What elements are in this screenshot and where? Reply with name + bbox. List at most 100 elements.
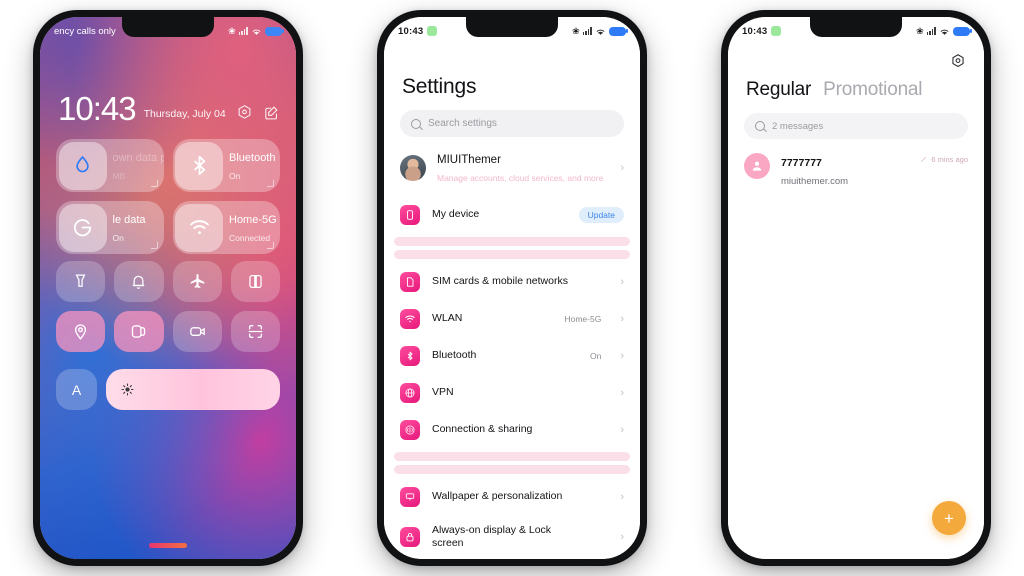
signal-bars-icon <box>926 27 936 35</box>
wifi-icon <box>175 203 223 252</box>
toggle-flashlight[interactable] <box>56 261 106 302</box>
row-vpn[interactable]: VPN › <box>384 374 640 411</box>
messages-toolbar <box>728 41 984 69</box>
edit-note-icon[interactable] <box>263 104 280 121</box>
tile-expand-corner[interactable] <box>150 242 158 249</box>
row-my-device[interactable]: My device Update <box>384 196 640 233</box>
row-connection-sharing[interactable]: Connection & sharing › <box>384 411 640 448</box>
tile-data-saver[interactable]: own data phe MB <box>56 139 164 192</box>
battery-icon <box>265 26 284 36</box>
toggle-screenshot[interactable] <box>114 311 164 352</box>
update-badge[interactable]: Update <box>578 206 624 223</box>
row-bluetooth[interactable]: Bluetooth On › <box>384 337 640 374</box>
search-icon <box>411 118 421 129</box>
screen-record-icon <box>189 327 205 336</box>
row-wallpaper[interactable]: Wallpaper & personalization › <box>384 478 640 515</box>
search-messages-input[interactable]: 2 messages <box>744 113 968 139</box>
toggle-alarm[interactable] <box>114 261 164 302</box>
chevron-right-icon: › <box>620 349 624 362</box>
wifi-icon <box>940 29 949 35</box>
row-label: SIM cards & mobile networks <box>432 274 568 287</box>
account-subtitle: Manage accounts, cloud services, and mor… <box>437 173 604 183</box>
bluetooth-icon: ❀ <box>228 25 236 36</box>
tile-subtitle: Connected <box>229 232 271 243</box>
toggle-scanner[interactable] <box>230 311 280 352</box>
chevron-right-icon: › <box>620 531 624 544</box>
notch <box>810 17 902 37</box>
page-title: Settings <box>402 75 477 98</box>
tab-regular[interactable]: Regular <box>746 79 811 101</box>
row-sim-cards[interactable]: SIM cards & mobile networks › <box>384 263 640 300</box>
control-center-toggle-grid <box>56 261 280 352</box>
status-indicator-dot <box>771 26 782 36</box>
tile-bluetooth-text: Bluetooth On <box>223 148 280 184</box>
tile-expand-corner[interactable] <box>267 180 274 187</box>
account-row[interactable]: MIUIThemer Manage accounts, cloud servic… <box>384 137 640 196</box>
message-meta: 6 mins ago <box>920 153 968 164</box>
bluetooth-icon <box>400 345 420 366</box>
hexagon-camera-icon[interactable] <box>236 104 253 121</box>
lockscreen-date: Thursday, July 04 <box>143 108 226 121</box>
row-label: Connection & sharing <box>432 422 533 435</box>
message-list-item[interactable]: 7777777 miuithemer.com 6 mins ago <box>728 139 984 189</box>
notch <box>122 17 214 37</box>
message-sender: 7777777 <box>781 157 822 169</box>
home-indicator[interactable] <box>149 543 187 548</box>
lockscreen-clock-row: 10:43 Thursday, July 04 <box>58 92 280 125</box>
row-label: My device <box>432 207 480 220</box>
person-avatar-icon <box>744 153 770 179</box>
tile-expand-corner[interactable] <box>150 180 158 187</box>
section-separator <box>394 465 630 474</box>
settings-screen: 10:43 ❀ Settings Search settings MIUIThe… <box>384 17 640 559</box>
tile-expand-corner[interactable] <box>267 242 274 249</box>
battery-icon <box>609 26 628 36</box>
toggle-split-screen[interactable] <box>230 261 280 302</box>
sim-card-icon <box>400 271 420 292</box>
phone-lockscreen: ency calls only ❀ 10:43 Thursday, July 0… <box>33 10 303 566</box>
tile-bluetooth[interactable]: Bluetooth On <box>172 139 280 192</box>
tile-title: Home-5G <box>229 213 277 226</box>
toggle-location[interactable] <box>56 311 106 352</box>
wifi-icon <box>400 308 420 329</box>
brightness-slider[interactable] <box>106 369 280 410</box>
message-time: 6 mins ago <box>931 155 968 164</box>
avatar <box>400 155 426 181</box>
notch <box>466 17 558 37</box>
lockscreen-screen: ency calls only ❀ 10:43 Thursday, July 0… <box>40 17 296 559</box>
phone-messages: 10:43 ❀ Regular Promotional 2 messages 7… <box>721 10 991 566</box>
tab-promotional[interactable]: Promotional <box>823 79 922 101</box>
screenshot-stage: ency calls only ❀ 10:43 Thursday, July 0… <box>0 0 1024 576</box>
wifi-icon <box>252 29 261 35</box>
tile-wifi[interactable]: Home-5G Connected <box>172 201 280 254</box>
screenshot-icon <box>132 325 146 338</box>
control-center-large-tiles: own data phe MB Bluetooth On <box>56 139 280 254</box>
phone-settings: 10:43 ❀ Settings Search settings MIUIThe… <box>377 10 647 566</box>
statusbar-left: 10:43 <box>398 26 438 37</box>
tile-subtitle: On <box>229 170 241 181</box>
row-always-on-display[interactable]: Always-on display & Lock screen › <box>384 515 640 559</box>
section-separator <box>394 250 630 259</box>
toggle-screen-record[interactable] <box>172 311 222 352</box>
chevron-right-icon: › <box>620 312 624 325</box>
chevron-right-icon: › <box>620 423 624 436</box>
status-time: 10:43 <box>742 25 768 37</box>
auto-brightness-button[interactable]: A <box>56 369 97 410</box>
tile-mobile-data[interactable]: le data On <box>56 201 164 254</box>
row-value: Home-5G <box>564 313 602 324</box>
tile-subtitle: On <box>112 232 124 243</box>
tile-wifi-text: Home-5G Connected <box>223 210 280 246</box>
device-icon <box>400 204 420 225</box>
gear-icon[interactable] <box>950 53 966 69</box>
alarm-bell-icon <box>133 275 145 289</box>
row-wlan[interactable]: WLAN Home-5G › <box>384 300 640 337</box>
message-preview: miuithemer.com <box>781 176 849 187</box>
search-placeholder: 2 messages <box>772 120 824 132</box>
row-label: Wallpaper & personalization <box>432 489 563 502</box>
toggle-airplane-mode[interactable] <box>172 261 222 302</box>
row-label: Always-on display & Lock screen <box>432 523 552 550</box>
water-drop-icon <box>58 141 107 190</box>
row-label: VPN <box>432 385 454 398</box>
search-settings-input[interactable]: Search settings <box>400 110 624 137</box>
control-center-brightness-row: A <box>56 369 280 410</box>
new-message-fab[interactable]: + <box>932 501 966 535</box>
